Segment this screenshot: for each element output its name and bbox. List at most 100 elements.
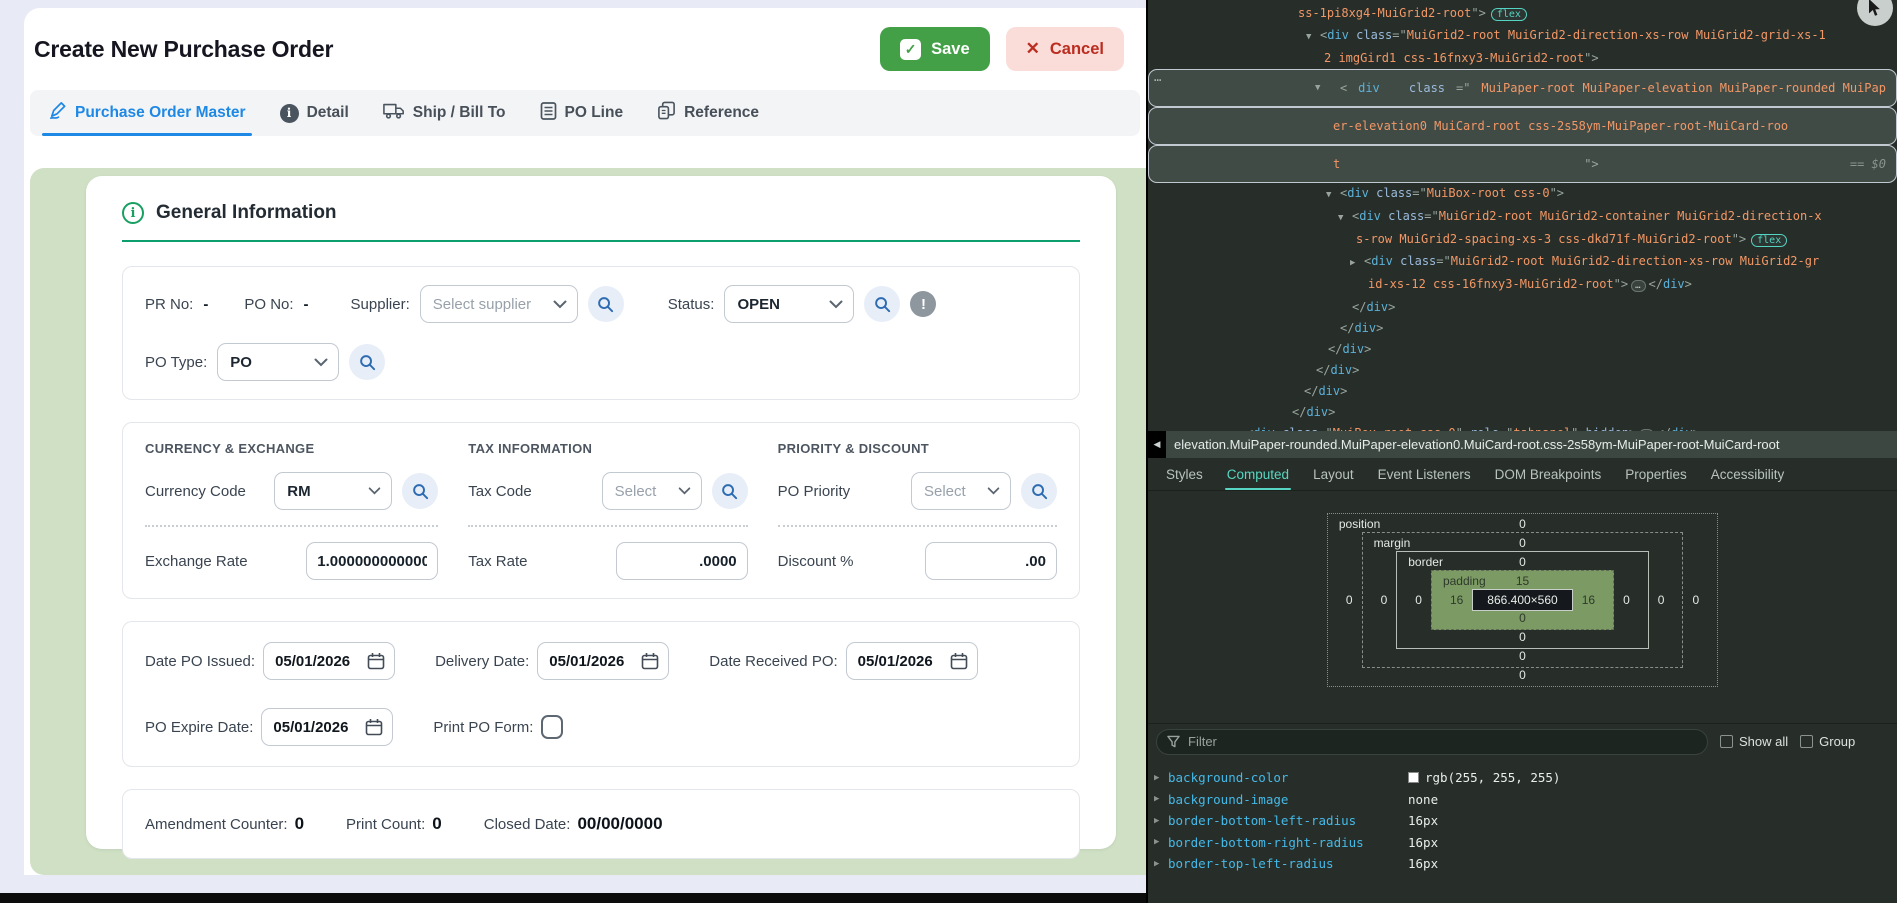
computed-property-row[interactable]: ▶border-bottom-right-radius16px — [1148, 832, 1897, 854]
date-received-po-field[interactable]: 05/01/2026 — [846, 642, 978, 680]
exchange-rate-input[interactable] — [306, 542, 438, 580]
padding-top: 15 — [1516, 574, 1529, 588]
date-po-issued-label: Date PO Issued: — [145, 653, 255, 670]
group-checkbox[interactable]: Group — [1800, 734, 1855, 749]
cancel-button[interactable]: ✕ Cancel — [1006, 27, 1124, 71]
po-priority-search-button[interactable] — [1021, 473, 1057, 509]
computed-property-row[interactable]: ▶background-colorrgb(255, 255, 255) — [1148, 767, 1897, 789]
po-expire-date-field[interactable]: 05/01/2026 — [261, 708, 393, 746]
tax-code-select[interactable]: Select — [602, 472, 702, 510]
chevron-down-icon — [829, 300, 843, 309]
tax-code-search-button[interactable] — [712, 473, 748, 509]
computed-properties-list: ▶background-colorrgb(255, 255, 255)▶back… — [1148, 767, 1897, 875]
pr-no-value: - — [203, 296, 208, 313]
elements-tree-row[interactable]: ▼<div class="MuiGrid2-root MuiGrid2-cont… — [1148, 206, 1897, 229]
devtools-tab-properties[interactable]: Properties — [1613, 458, 1699, 490]
info-circle-icon: i — [122, 202, 144, 224]
status-select[interactable]: OPEN — [724, 285, 854, 323]
group-label: Group — [1819, 734, 1855, 749]
elements-tree-row[interactable]: 2 imgGird1 css-16fnxy3-MuiGrid2-root"> — [1148, 48, 1897, 69]
devtools-tab-dom-breakpoints[interactable]: DOM Breakpoints — [1483, 458, 1614, 490]
elements-tree-row[interactable]: </div> — [1148, 360, 1897, 381]
po-type-select[interactable]: PO — [217, 343, 339, 381]
tab-label: Reference — [684, 104, 759, 122]
tab-po-line[interactable]: PO Line — [540, 90, 624, 136]
elements-tree-row[interactable]: </div> — [1148, 402, 1897, 423]
elements-tree-row[interactable]: ▼<div class="MuiGrid2-root MuiGrid2-dire… — [1148, 25, 1897, 48]
identification-subcard: PR No: - PO No: - Supplier: Select suppl… — [122, 266, 1080, 400]
devtools-tab-layout[interactable]: Layout — [1301, 458, 1366, 490]
delivery-date-field[interactable]: 05/01/2026 — [537, 642, 669, 680]
elements-tree-row[interactable]: ▶<div class="MuiGrid2-root MuiGrid2-dire… — [1148, 251, 1897, 274]
calendar-icon — [641, 652, 659, 670]
po-priority-select[interactable]: Select — [911, 472, 1011, 510]
computed-filter-row: Filter Show all Group — [1148, 723, 1897, 759]
print-count-value: 0 — [432, 814, 441, 834]
elements-tree-row[interactable]: er-elevation0 MuiCard-root css-2s58ym-Mu… — [1148, 107, 1897, 145]
elements-tree-row[interactable]: </div> — [1148, 339, 1897, 360]
tree-expander-icon[interactable]: ▼ — [1338, 208, 1352, 229]
supplier-label: Supplier: — [351, 296, 410, 313]
currency-section-header: CURRENCY & EXCHANGE — [145, 441, 438, 456]
pen-icon — [48, 101, 67, 125]
color-swatch[interactable] — [1408, 772, 1419, 783]
devtools-tab-accessibility[interactable]: Accessibility — [1699, 458, 1797, 490]
date-po-issued-field[interactable]: 05/01/2026 — [263, 642, 395, 680]
section-title: General Information — [156, 202, 337, 224]
elements-tree-row[interactable]: ss-1pi8xg4-MuiGrid2-root">flex — [1148, 3, 1897, 25]
tab-detail[interactable]: i Detail — [280, 90, 349, 136]
breadcrumb-text: elevation.MuiPaper-rounded.MuiPaper-elev… — [1166, 437, 1779, 452]
save-button[interactable]: ✓ Save — [880, 27, 990, 71]
print-po-form-checkbox[interactable] — [541, 715, 563, 739]
status-search-button[interactable] — [864, 286, 900, 322]
discount-input[interactable] — [925, 542, 1057, 580]
elements-tree-row[interactable]: </div> — [1148, 297, 1897, 318]
elements-tree-row[interactable]: ▼<div class="MuiBox-root css-0"> — [1148, 183, 1897, 206]
border-right: 0 — [1614, 593, 1639, 607]
elements-tree-row[interactable]: t"> == $0 — [1148, 145, 1897, 183]
tab-label: Detail — [307, 104, 349, 122]
tab-reference[interactable]: Reference — [657, 90, 759, 136]
computed-property-row[interactable]: ▶background-imagenone — [1148, 789, 1897, 811]
currency-code-label: Currency Code — [145, 483, 264, 500]
breadcrumb-bar[interactable]: ◀ elevation.MuiPaper-rounded.MuiPaper-el… — [1148, 431, 1897, 458]
show-all-checkbox[interactable]: Show all — [1720, 734, 1788, 749]
tax-rate-input[interactable] — [616, 542, 748, 580]
tree-expander-icon[interactable]: ▼ — [1306, 27, 1320, 48]
supplier-search-button[interactable] — [588, 286, 624, 322]
currency-code-select[interactable]: RM — [274, 472, 392, 510]
supplier-select[interactable]: Select supplier — [420, 285, 578, 323]
padding-left: 16 — [1441, 593, 1472, 607]
devtools-tab-styles[interactable]: Styles — [1154, 458, 1215, 490]
tab-label: Purchase Order Master — [75, 104, 246, 122]
tree-expander-icon[interactable]: ▶ — [1232, 425, 1246, 431]
elements-tree-row[interactable]: id-xs-12 css-16fnxy3-MuiGrid2-root">…</d… — [1148, 274, 1897, 297]
print-po-form-label: Print PO Form: — [433, 719, 533, 736]
devtools-tab-computed[interactable]: Computed — [1215, 458, 1301, 490]
section-divider — [122, 240, 1080, 242]
border-bottom: 0 — [1406, 630, 1639, 644]
elements-tree-row[interactable]: ⋯▼<div class="MuiPaper-root MuiPaper-ele… — [1148, 69, 1897, 107]
po-type-search-button[interactable] — [349, 344, 385, 380]
elements-tree-row[interactable]: s-row MuiGrid2-spacing-xs-3 css-dkd71f-M… — [1148, 229, 1897, 251]
warning-icon[interactable]: ! — [910, 291, 936, 317]
tab-purchase-order-master[interactable]: Purchase Order Master — [48, 90, 246, 136]
breadcrumb-back-icon[interactable]: ◀ — [1148, 431, 1166, 458]
computed-property-row[interactable]: ▶border-top-left-radius16px — [1148, 853, 1897, 875]
filter-funnel-icon — [1167, 735, 1180, 748]
computed-property-row[interactable]: ▶border-bottom-left-radius16px — [1148, 810, 1897, 832]
devtools-tab-event-listeners[interactable]: Event Listeners — [1366, 458, 1483, 490]
filter-input[interactable]: Filter — [1156, 729, 1708, 755]
tree-expander-icon[interactable]: ▶ — [1350, 253, 1364, 274]
tree-expander-icon[interactable]: ▼ — [1326, 185, 1340, 206]
padding-right: 16 — [1573, 593, 1604, 607]
tree-expander-icon[interactable]: ▼ — [1315, 78, 1329, 99]
amendment-counter-value: 0 — [295, 814, 304, 834]
elements-tree-row[interactable]: ▶<div class="MuiBox-root css-0" role="ta… — [1148, 423, 1897, 431]
elements-tree-row[interactable]: </div> — [1148, 381, 1897, 402]
tab-ship-bill-to[interactable]: Ship / Bill To — [383, 90, 506, 136]
currency-search-button[interactable] — [402, 473, 438, 509]
elements-tree-row[interactable]: </div> — [1148, 318, 1897, 339]
border-left: 0 — [1406, 593, 1431, 607]
closed-date-label: Closed Date: — [484, 816, 571, 833]
